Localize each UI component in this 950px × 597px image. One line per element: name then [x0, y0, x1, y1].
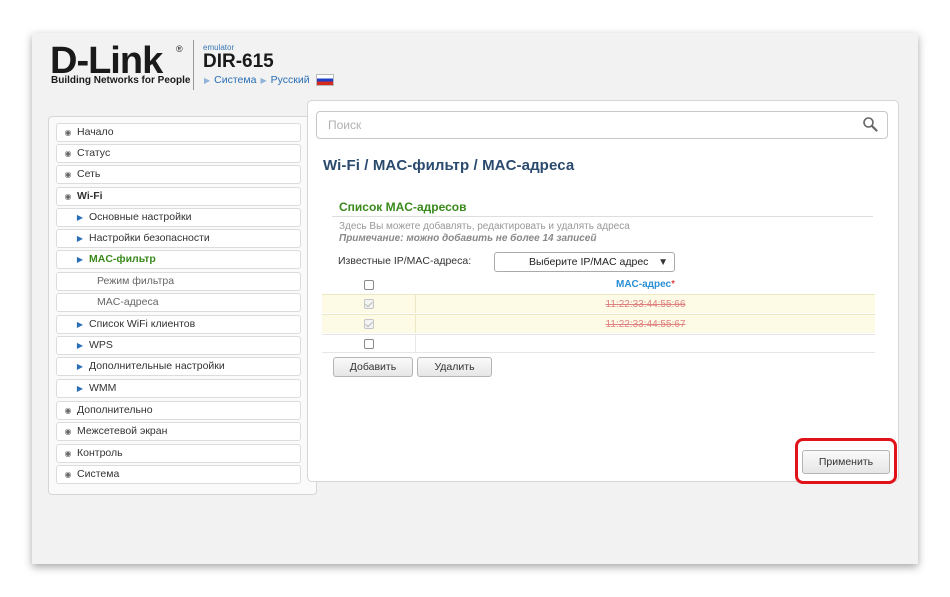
- arrow-right-icon: ▶: [76, 320, 84, 329]
- sidebar-item[interactable]: ◉ Статус: [56, 144, 301, 163]
- chevron-right-circle-icon: ◉: [64, 449, 72, 458]
- header-breadcrumb: ▶ Система ▶ Русский: [204, 74, 333, 86]
- mac-value: [416, 335, 875, 352]
- known-addresses-label: Известные IP/MAC-адреса:: [338, 255, 472, 267]
- sidebar-item-label: Настройки безопасности: [89, 232, 210, 244]
- arrow-right-icon: ▶: [76, 255, 84, 264]
- table-header-row: MAC-адрес *: [322, 275, 875, 294]
- header-divider: [193, 40, 194, 90]
- chevron-right-circle-icon: ◉: [64, 427, 72, 436]
- sidebar-item[interactable]: ◉ Начало: [56, 123, 301, 142]
- sidebar-item-label: Дополнительные настройки: [89, 360, 225, 372]
- sidebar-item[interactable]: ◉ Межсетевой экран: [56, 422, 301, 441]
- sidebar-item[interactable]: ▶ WMM: [56, 379, 301, 398]
- sidebar-item[interactable]: ▶ Настройки безопасности: [56, 229, 301, 248]
- arrow-right-icon: ▶: [76, 341, 84, 350]
- chevron-right-circle-icon: ◉: [64, 470, 72, 479]
- row-checkbox[interactable]: [363, 299, 374, 309]
- apply-highlight-frame: [795, 438, 897, 484]
- add-button[interactable]: Добавить: [333, 357, 413, 377]
- sidebar-item-label: Дополнительно: [77, 404, 153, 416]
- chevron-right-circle-icon: ◉: [64, 149, 72, 158]
- sidebar-item[interactable]: ◉ Система: [56, 465, 301, 484]
- chevron-right-circle-icon: ◉: [64, 406, 72, 415]
- arrow-right-icon: ▶: [76, 384, 84, 393]
- sidebar-item-label: Режим фильтра: [97, 275, 175, 287]
- arrow-right-icon: ▶: [260, 75, 267, 85]
- sidebar-item-label: WMM: [89, 382, 117, 394]
- select-all-checkbox[interactable]: [363, 279, 374, 290]
- delete-button[interactable]: Удалить: [417, 357, 492, 377]
- mac-column-header: MAC-адрес: [615, 279, 672, 290]
- model-name: DIR-615: [203, 51, 274, 72]
- sidebar-item[interactable]: MAC-адреса: [56, 293, 301, 312]
- sidebar-item-label: Система: [77, 468, 120, 480]
- mac-value: 11:22:33:44:55:66: [605, 298, 686, 310]
- sidebar-item-label: Начало: [77, 126, 114, 138]
- sidebar-item[interactable]: ◉ Контроль: [56, 444, 301, 463]
- sidebar-item-label: Межсетевой экран: [77, 425, 168, 437]
- chevron-right-circle-icon: ◉: [64, 170, 72, 179]
- mac-value: 11:22:33:44:55:67: [605, 318, 686, 330]
- arrow-right-icon: ▶: [204, 75, 211, 85]
- registered-mark: ®: [176, 44, 183, 54]
- sidebar-item[interactable]: ▶ Список WiFi клиентов: [56, 315, 301, 334]
- sidebar-item-label: Список WiFi клиентов: [89, 318, 196, 330]
- sidebar-item-label: Wi-Fi: [77, 190, 103, 202]
- logo-tagline: Building Networks for People: [51, 75, 191, 86]
- section-note: Примечание: можно добавить не более 14 з…: [339, 233, 597, 244]
- language-link[interactable]: Русский: [271, 74, 310, 86]
- section-description: Здесь Вы можете добавлять, редактировать…: [339, 221, 630, 232]
- sidebar-item[interactable]: ◉ Wi-Fi: [56, 187, 301, 206]
- table-row[interactable]: 11:22:33:44:55:67: [322, 314, 875, 333]
- caret-down-icon: ▼: [658, 256, 668, 268]
- page-title: Wi-Fi / MAC-фильтр / MAC-адреса: [323, 157, 575, 174]
- sidebar-item[interactable]: ▶ WPS: [56, 336, 301, 355]
- sidebar-item[interactable]: ◉ Сеть: [56, 165, 301, 184]
- section-divider: [332, 216, 873, 217]
- search-icon[interactable]: [862, 116, 878, 132]
- sidebar-item-label: MAC-адреса: [97, 296, 159, 308]
- row-checkbox[interactable]: [363, 319, 374, 329]
- system-link[interactable]: Система: [214, 74, 256, 86]
- chevron-right-circle-icon: ◉: [64, 128, 72, 137]
- known-addresses-select[interactable]: Выберите IP/MAC адрес ▼: [494, 252, 675, 272]
- sidebar-item[interactable]: ▶ Основные настройки: [56, 208, 301, 227]
- sidebar-item[interactable]: ▶ MAC-фильтр: [56, 250, 301, 269]
- sidebar-item[interactable]: Режим фильтра: [56, 272, 301, 291]
- sidebar-item-label: Сеть: [77, 168, 101, 180]
- section-title: Список MAC-адресов: [339, 200, 467, 214]
- sidebar-item-label: MAC-фильтр: [89, 253, 156, 265]
- arrow-right-icon: ▶: [76, 362, 84, 371]
- sidebar-item-label: Статус: [77, 147, 111, 159]
- sidebar-item[interactable]: ▶ Дополнительные настройки: [56, 357, 301, 376]
- arrow-right-icon: ▶: [76, 213, 84, 222]
- table-row[interactable]: [322, 334, 875, 353]
- arrow-right-icon: ▶: [76, 234, 84, 243]
- row-checkbox[interactable]: [363, 338, 374, 349]
- russia-flag-icon[interactable]: [316, 75, 333, 85]
- chevron-down-circle-icon: ◉: [64, 192, 72, 201]
- select-value: Выберите IP/MAC адрес: [529, 256, 649, 268]
- sidebar-item-label: WPS: [89, 339, 113, 351]
- sidebar-item[interactable]: ◉ Дополнительно: [56, 401, 301, 420]
- table-row[interactable]: 11:22:33:44:55:66: [322, 294, 875, 313]
- required-mark: *: [671, 279, 676, 290]
- sidebar-item-label: Контроль: [77, 447, 123, 459]
- sidebar-item-label: Основные настройки: [89, 211, 192, 223]
- search-input[interactable]: [316, 111, 888, 139]
